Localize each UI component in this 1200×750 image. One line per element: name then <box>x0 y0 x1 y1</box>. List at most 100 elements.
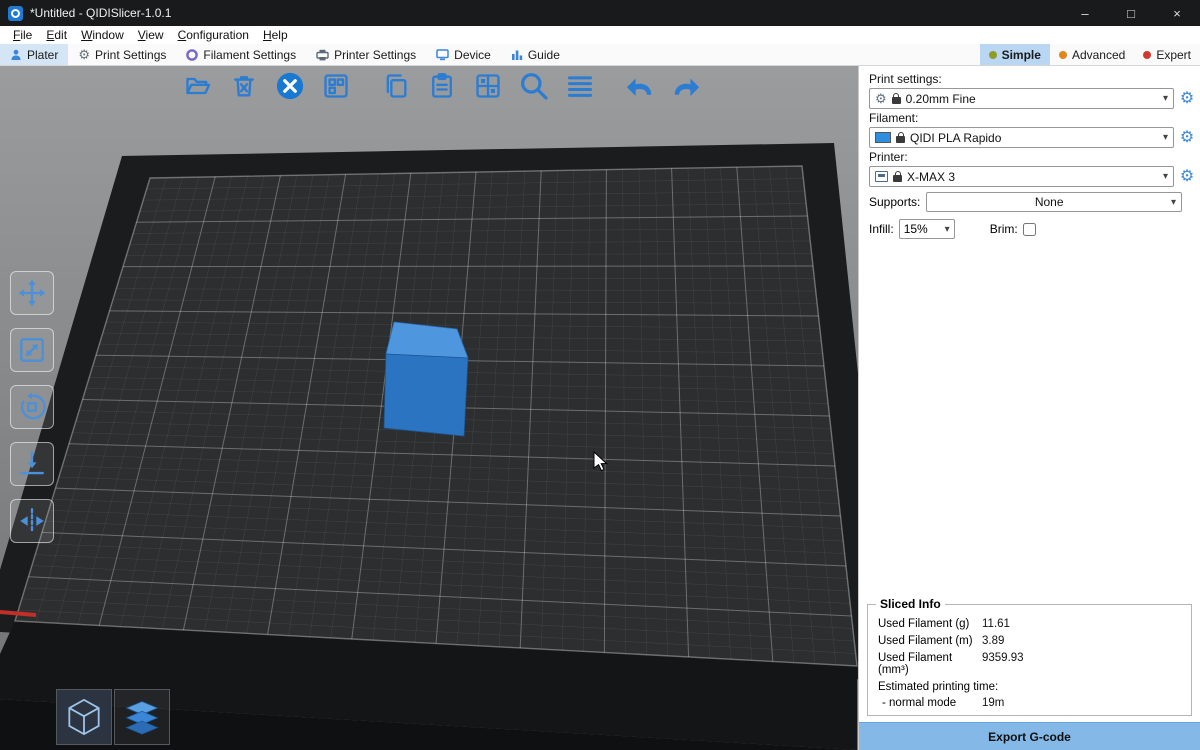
view-toggles <box>56 689 170 745</box>
move-tool-button[interactable] <box>10 271 54 315</box>
sliced-info-row: Used Filament (mm³) 9359.93 <box>868 649 1191 678</box>
lock-icon <box>892 97 901 104</box>
mode-label: Simple <box>1002 48 1041 62</box>
filament-value: QIDI PLA Rapido <box>910 131 1158 145</box>
scale-tool-button[interactable] <box>10 328 54 372</box>
undo-button[interactable] <box>622 68 658 104</box>
variable-layer-height-button[interactable] <box>562 68 598 104</box>
gear-icon: ⚙ <box>78 48 90 61</box>
tab-label: Device <box>454 48 491 62</box>
print-settings-gear-button[interactable] <box>1177 91 1197 107</box>
printer-label: Printer: <box>859 148 1200 166</box>
used-filament-mm3-label: Used Filament (mm³) <box>878 652 982 676</box>
viewport-canvas[interactable] <box>0 66 858 750</box>
window-title: *Untitled - QIDISlicer-1.0.1 <box>30 6 171 20</box>
device-icon <box>436 49 449 61</box>
place-on-face-tool-button[interactable] <box>10 442 54 486</box>
sliced-info-row: Used Filament (m) 3.89 <box>868 632 1191 649</box>
mode-expert[interactable]: Expert <box>1134 44 1200 65</box>
model-cube[interactable] <box>384 322 468 436</box>
menu-view[interactable]: View <box>131 28 171 42</box>
main-area: Print settings: 0.20mm Fine Filament: QI… <box>0 66 1200 750</box>
infill-combo[interactable]: 15% <box>899 219 955 239</box>
tab-label: Printer Settings <box>334 48 416 62</box>
advanced-mode-dot-icon <box>1059 51 1067 59</box>
tab-device[interactable]: Device <box>426 44 501 65</box>
print-settings-value: 0.20mm Fine <box>906 92 1158 106</box>
preview-view-button[interactable] <box>114 689 170 745</box>
used-filament-g-label: Used Filament (g) <box>878 618 982 630</box>
simple-mode-dot-icon <box>989 51 997 59</box>
sliced-info-panel: Sliced Info Used Filament (g) 11.61 Used… <box>867 604 1192 716</box>
chevron-down-icon <box>1163 132 1168 143</box>
mode-switcher: Simple Advanced Expert <box>980 44 1200 65</box>
menubar: File Edit Window View Configuration Help <box>0 26 1200 44</box>
brim-checkbox[interactable] <box>1023 223 1036 236</box>
delete-all-button[interactable] <box>272 68 308 104</box>
paste-button[interactable] <box>424 68 460 104</box>
used-filament-m-label: Used Filament (m) <box>878 635 982 647</box>
menu-edit[interactable]: Edit <box>39 28 74 42</box>
delete-button[interactable] <box>226 68 262 104</box>
split-button[interactable] <box>470 68 506 104</box>
tab-label: Guide <box>528 48 560 62</box>
normal-mode-label: - normal mode <box>878 697 982 709</box>
tab-guide[interactable]: Guide <box>501 44 570 65</box>
filament-combo[interactable]: QIDI PLA Rapido <box>869 127 1174 148</box>
app-window: *Untitled - QIDISlicer-1.0.1 – □ × File … <box>0 0 1200 750</box>
menu-help[interactable]: Help <box>256 28 295 42</box>
filament-gear-button[interactable] <box>1177 130 1197 146</box>
viewport-3d[interactable] <box>0 66 858 750</box>
chevron-down-icon <box>1171 197 1176 208</box>
export-gcode-button[interactable]: Export G-code <box>859 722 1200 750</box>
tab-print-settings[interactable]: ⚙ Print Settings <box>68 44 176 65</box>
search-button[interactable] <box>516 68 552 104</box>
minimize-button[interactable]: – <box>1062 0 1108 26</box>
sliced-info-row: Used Filament (g) 11.61 <box>868 615 1191 632</box>
tab-filament-settings[interactable]: Filament Settings <box>176 44 306 65</box>
infill-label: Infill: <box>869 222 894 236</box>
mode-label: Expert <box>1156 48 1191 62</box>
menu-file[interactable]: File <box>6 28 39 42</box>
menu-window[interactable]: Window <box>74 28 131 42</box>
chevron-down-icon <box>1163 171 1168 182</box>
printer-combo[interactable]: X-MAX 3 <box>869 166 1174 187</box>
used-filament-mm3-value: 9359.93 <box>982 652 1024 676</box>
lock-icon <box>896 136 905 143</box>
filament-color-swatch <box>875 132 891 143</box>
printer-preset-icon <box>875 171 888 182</box>
redo-button[interactable] <box>668 68 704 104</box>
copy-button[interactable] <box>378 68 414 104</box>
estimated-time-label: Estimated printing time: <box>868 678 1191 694</box>
sliced-info-row: - normal mode 19m <box>868 694 1191 711</box>
menu-configuration[interactable]: Configuration <box>171 28 256 42</box>
infill-value: 15% <box>904 222 941 236</box>
normal-mode-value: 19m <box>982 697 1004 709</box>
printer-gear-button[interactable] <box>1177 169 1197 185</box>
titlebar: *Untitled - QIDISlicer-1.0.1 – □ × <box>0 0 1200 26</box>
supports-combo[interactable]: None <box>926 192 1182 212</box>
tab-label: Filament Settings <box>203 48 296 62</box>
mode-advanced[interactable]: Advanced <box>1050 44 1134 65</box>
open-file-button[interactable] <box>180 68 216 104</box>
mode-simple[interactable]: Simple <box>980 44 1050 65</box>
chevron-down-icon <box>945 224 950 235</box>
window-controls: – □ × <box>1062 0 1200 26</box>
tab-label: Print Settings <box>95 48 166 62</box>
plater-toolbar <box>180 68 704 104</box>
brim-label: Brim: <box>990 222 1018 236</box>
filament-label: Filament: <box>859 109 1200 127</box>
sliced-info-title: Sliced Info <box>876 597 945 611</box>
arrange-button[interactable] <box>318 68 354 104</box>
used-filament-g-value: 11.61 <box>982 618 1010 630</box>
maximize-button[interactable]: □ <box>1108 0 1154 26</box>
rotate-tool-button[interactable] <box>10 385 54 429</box>
tab-printer-settings[interactable]: Printer Settings <box>306 44 426 65</box>
print-settings-combo[interactable]: 0.20mm Fine <box>869 88 1174 109</box>
editor-view-button[interactable] <box>56 689 112 745</box>
printer-icon <box>316 49 329 61</box>
print-bed <box>0 143 858 750</box>
close-button[interactable]: × <box>1154 0 1200 26</box>
tab-plater[interactable]: Plater <box>0 44 68 65</box>
mirror-tool-button[interactable] <box>10 499 54 543</box>
